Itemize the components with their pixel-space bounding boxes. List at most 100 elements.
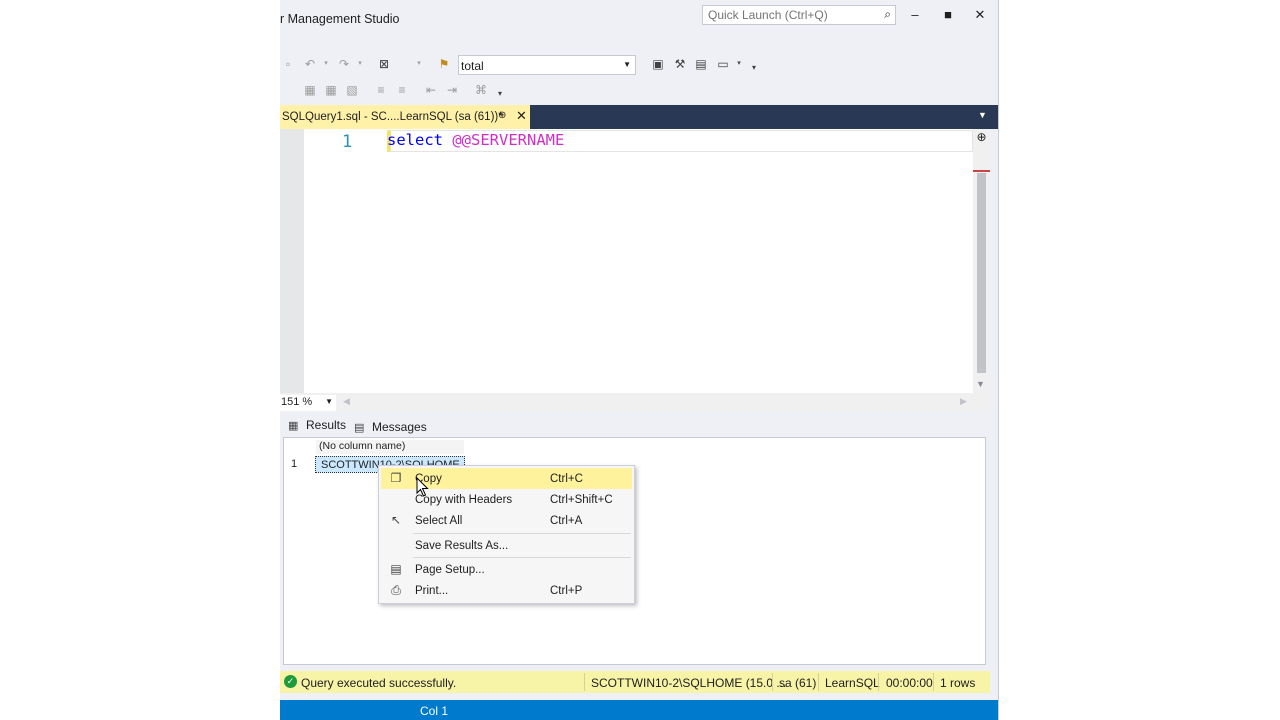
results-to-grid-icon[interactable]: ▦ [323, 82, 339, 98]
quick-launch-input[interactable] [703, 6, 878, 24]
tab-list-dropdown-icon[interactable]: ▼ [978, 110, 987, 120]
code-line[interactable]: select @@SERVERNAME [387, 130, 564, 150]
menu-item-label: Select All [415, 515, 463, 527]
properties-wrench-icon[interactable]: ⚒ [672, 56, 688, 72]
sql-editor-toolbar: ▦ ▦ ▧ ≡ ≡ ⇤ ⇥ ⌘ ▾ [280, 78, 998, 102]
menu-item-save-results-as[interactable]: Save Results As... [381, 535, 632, 556]
column-header-label: (No column name) [319, 440, 406, 452]
scroll-right-icon[interactable]: ▶ [960, 396, 967, 407]
tab-sqlquery1[interactable]: SQLQuery1.sql - SC....LearnSQL (sa (61))… [280, 105, 530, 129]
activity-monitor-icon[interactable]: ⊠ [376, 56, 392, 72]
editor-gutter [280, 129, 304, 393]
database-combo-value: total [461, 59, 484, 73]
editor-zoom-bar [280, 393, 990, 412]
redo-dropdown-icon[interactable]: ▾ [352, 56, 368, 72]
code-function: @@SERVERNAME [452, 131, 565, 149]
query-editor[interactable] [280, 129, 973, 393]
solution-explorer-icon[interactable]: ▣ [650, 56, 666, 72]
scroll-down-icon[interactable]: ▼ [976, 379, 985, 389]
status-message: Query executed successfully. [301, 676, 457, 690]
menu-item-select-all[interactable]: ↖ Select All Ctrl+A [381, 510, 632, 531]
decrease-indent-icon[interactable]: ⇤ [423, 82, 439, 98]
maximize-icon: ■ [944, 7, 952, 22]
status-divider [933, 673, 934, 691]
minimize-icon: – [911, 7, 919, 22]
menu-item-shortcut: Ctrl+Shift+C [550, 494, 613, 506]
grid-icon: ▦ [288, 420, 299, 432]
title-bar: r Management Studio ⌕ – ■ ✕ [280, 0, 998, 36]
code-keyword: select [387, 131, 443, 149]
status-divider [878, 673, 879, 691]
tab-results-label: Results [306, 418, 347, 432]
row-number[interactable]: 1 [291, 458, 297, 470]
toolbox-icon[interactable]: ▤ [693, 56, 709, 72]
scroll-marker [973, 170, 990, 172]
chevron-down-icon[interactable]: ▼ [623, 60, 631, 69]
messages-icon: ▤ [354, 422, 365, 434]
comment-icon[interactable]: ≡ [373, 82, 389, 98]
mouse-pointer-icon [416, 477, 429, 497]
quick-launch-box[interactable]: ⌕ [702, 5, 896, 25]
specify-values-icon[interactable]: ⌘ [473, 82, 489, 98]
find-in-files-icon[interactable]: ⚑ [436, 56, 452, 72]
results-to-text-icon[interactable]: ▦ [302, 82, 318, 98]
redo-icon[interactable]: ↷ [336, 56, 352, 72]
search-icon[interactable]: ⌕ [884, 7, 891, 22]
pin-icon[interactable]: ⊕ [498, 110, 506, 121]
status-divider [584, 673, 585, 691]
ssms-window: r Management Studio ⌕ – ■ ✕ ▫ ↶ ▾ ↷ ▾ ⊠ … [280, 0, 999, 720]
toolbar2-options-icon[interactable]: ▾ [492, 86, 508, 102]
tab-results[interactable]: ▦ Results [288, 418, 346, 432]
menu-item-label: Page Setup... [415, 564, 485, 576]
increase-indent-icon[interactable]: ⇥ [444, 82, 460, 98]
zoom-chevron-down-icon[interactable]: ▼ [325, 397, 333, 406]
editor-vertical-scrollbar[interactable]: ⊕ ▼ [973, 129, 990, 393]
toolbar-cut-icon[interactable]: ▫ [280, 56, 296, 72]
undo-icon[interactable]: ↶ [302, 56, 318, 72]
split-window-icon[interactable]: ⊕ [973, 129, 990, 145]
status-database: LearnSQL [825, 676, 880, 690]
tab-label: SQLQuery1.sql - SC....LearnSQL (sa (61))… [282, 111, 503, 123]
success-check-icon: ✓ [284, 675, 297, 688]
page-setup-icon: ▤ [390, 562, 402, 576]
toolbar-dropdown-icon[interactable]: ▾ [411, 56, 427, 72]
menu-item-print[interactable]: ⎙ Print... Ctrl+P [381, 580, 632, 601]
standard-toolbar: ▫ ↶ ▾ ↷ ▾ ⊠ ▾ ⚑ ▣ ⚒ ▤ ▭ ▾ ▾ [280, 52, 998, 78]
zoom-value: 151 % [281, 396, 313, 408]
scroll-left-icon[interactable]: ◀ [343, 396, 350, 407]
menu-item-page-setup[interactable]: ▤ Page Setup... [381, 559, 632, 580]
status-rows: 1 rows [940, 676, 976, 690]
select-all-icon: ↖ [390, 513, 402, 527]
window-layout-icon[interactable]: ▭ [715, 56, 731, 72]
menu-item-shortcut: Ctrl+C [550, 473, 583, 485]
menu-item-shortcut: Ctrl+P [550, 585, 583, 597]
zoom-combo[interactable]: 151 % ▼ [280, 395, 336, 411]
scroll-thumb[interactable] [977, 173, 986, 373]
line-number: 1 [342, 132, 353, 152]
database-combo[interactable]: total ▼ [458, 55, 636, 75]
cursor-column: Col 1 [420, 704, 449, 718]
tab-close-icon[interactable]: ✕ [516, 108, 527, 124]
menu-item-label: Save Results As... [415, 540, 509, 552]
ide-status-bar: Col 1 [280, 700, 998, 720]
status-elapsed: 00:00:00 [886, 676, 933, 690]
toolbar-options-icon[interactable]: ▾ [746, 60, 762, 76]
copy-icon: ❐ [390, 471, 402, 485]
printer-icon: ⎙ [391, 583, 401, 597]
tab-messages-label: Messages [372, 420, 427, 434]
maximize-button[interactable]: ■ [933, 4, 963, 26]
minimize-button[interactable]: – [900, 4, 930, 26]
uncomment-icon[interactable]: ≡ [394, 82, 410, 98]
results-to-file-icon[interactable]: ▧ [344, 82, 360, 98]
column-header[interactable]: (No column name) [316, 440, 464, 454]
tab-messages[interactable]: ▤ Messages [354, 420, 427, 434]
status-user: sa (61) [779, 676, 817, 690]
results-tab-strip: ▦ Results ▤ Messages [280, 414, 990, 436]
menu-item-label: Print... [415, 585, 449, 597]
layout-dropdown-icon[interactable]: ▾ [731, 56, 747, 72]
menu-separator [413, 533, 631, 534]
status-server: SCOTTWIN10-2\SQLHOME (15.0 ... [591, 676, 787, 690]
menu-item-shortcut: Ctrl+A [550, 515, 583, 527]
close-window-button[interactable]: ✕ [965, 4, 995, 26]
undo-dropdown-icon[interactable]: ▾ [318, 56, 334, 72]
